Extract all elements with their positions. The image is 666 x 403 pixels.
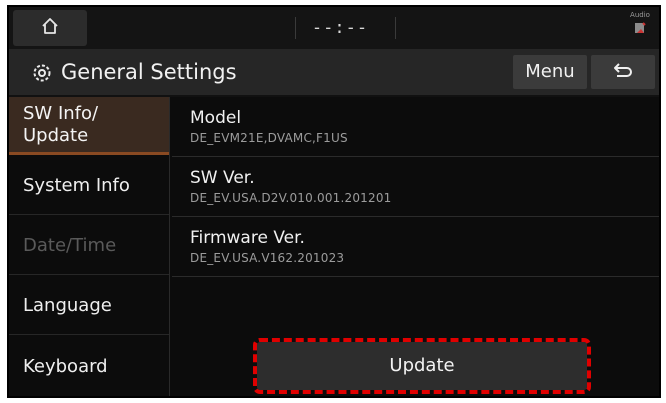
sidebar-item-label: Date/Time bbox=[23, 235, 117, 256]
audio-icon bbox=[632, 22, 648, 42]
sidebar-item-sw-info-update[interactable]: SW Info/ Update bbox=[9, 97, 169, 155]
sidebar-item-label: System Info bbox=[23, 175, 130, 196]
audio-label: Audio bbox=[630, 11, 650, 19]
sidebar-item-date-time: Date/Time bbox=[9, 217, 169, 275]
home-button[interactable] bbox=[13, 10, 87, 46]
sidebar-item-label: Keyboard bbox=[23, 355, 108, 377]
info-value: DE_EV.USA.D2V.010.001.201201 bbox=[190, 191, 392, 205]
sidebar-item-system-info[interactable]: System Info bbox=[9, 157, 169, 215]
info-row-model: Model DE_EVM21E,DVAMC,F1US bbox=[172, 99, 659, 157]
back-button[interactable] bbox=[591, 55, 655, 89]
menu-button[interactable]: Menu bbox=[513, 55, 587, 89]
info-label: SW Ver. bbox=[190, 168, 255, 188]
infotainment-screen: --:-- Audio General Settings Menu SW Inf… bbox=[7, 5, 661, 398]
status-bar: --:-- Audio bbox=[9, 7, 659, 49]
sidebar-item-language[interactable]: Language bbox=[9, 277, 169, 335]
info-value: DE_EVM21E,DVAMC,F1US bbox=[190, 131, 348, 145]
sidebar-item-label: SW Info/ Update bbox=[23, 102, 99, 146]
sidebar-item-keyboard[interactable]: Keyboard bbox=[9, 337, 169, 395]
audio-indicator: Audio bbox=[627, 11, 653, 45]
settings-sidebar: SW Info/ Update System Info Date/Time La… bbox=[9, 97, 169, 396]
update-button[interactable]: Update bbox=[253, 338, 591, 394]
sidebar-item-label: Language bbox=[23, 295, 112, 316]
page-title: General Settings bbox=[61, 60, 237, 84]
back-icon bbox=[611, 61, 635, 83]
settings-header: General Settings Menu bbox=[9, 49, 659, 97]
info-row-sw-version: SW Ver. DE_EV.USA.D2V.010.001.201201 bbox=[172, 159, 659, 217]
sidebar-divider bbox=[169, 97, 170, 396]
gear-icon bbox=[31, 62, 53, 84]
info-label: Firmware Ver. bbox=[190, 228, 305, 248]
status-divider bbox=[395, 17, 396, 39]
home-icon bbox=[40, 16, 60, 40]
info-label: Model bbox=[190, 108, 242, 128]
info-value: DE_EV.USA.V162.201023 bbox=[190, 251, 345, 265]
clock: --:-- bbox=[311, 18, 369, 38]
info-row-firmware-version: Firmware Ver. DE_EV.USA.V162.201023 bbox=[172, 219, 659, 277]
